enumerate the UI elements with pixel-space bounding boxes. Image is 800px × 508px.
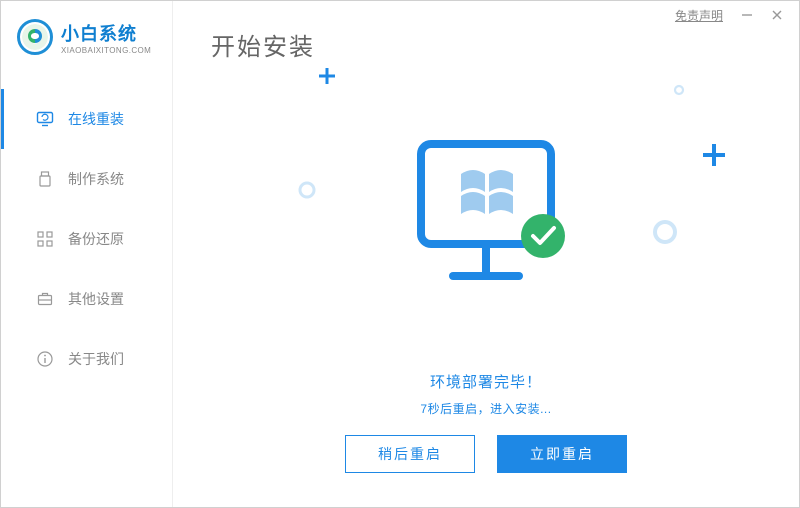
app-window: 免责声明 小白系统 XIAOBAIXITONG.COM 在线重装 — [0, 0, 800, 508]
logo-title: 小白系统 — [61, 20, 151, 46]
circle-outline-icon — [673, 84, 685, 96]
restart-now-button[interactable]: 立即重启 — [497, 435, 627, 473]
nav-label: 在线重装 — [68, 109, 124, 129]
nav-other-settings[interactable]: 其他设置 — [1, 269, 172, 329]
monitor-success-icon — [391, 124, 581, 314]
briefcase-icon — [36, 290, 54, 308]
plus-icon — [317, 66, 337, 86]
nav-online-reinstall[interactable]: 在线重装 — [1, 89, 172, 149]
minimize-button[interactable] — [735, 3, 759, 27]
sidebar: 小白系统 XIAOBAIXITONG.COM 在线重装 制作系统 备份还原 其他… — [1, 1, 173, 507]
nav-about-us[interactable]: 关于我们 — [1, 329, 172, 389]
main-content: 开始安装 — [173, 1, 799, 507]
logo-subtitle: XIAOBAIXITONG.COM — [61, 46, 151, 55]
button-row: 稍后重启 立即重启 — [209, 435, 763, 473]
nav-make-system[interactable]: 制作系统 — [1, 149, 172, 209]
monitor-refresh-icon — [36, 110, 54, 128]
illustration — [209, 62, 763, 375]
circle-outline-icon — [297, 180, 317, 200]
plus-icon — [701, 142, 727, 168]
nav-backup-restore[interactable]: 备份还原 — [1, 209, 172, 269]
grid-icon — [36, 230, 54, 248]
info-icon — [36, 350, 54, 368]
close-button[interactable] — [765, 3, 789, 27]
logo-icon — [17, 19, 53, 55]
restart-later-button[interactable]: 稍后重启 — [345, 435, 475, 473]
nav-label: 制作系统 — [68, 169, 124, 189]
logo: 小白系统 XIAOBAIXITONG.COM — [1, 19, 172, 65]
nav-label: 其他设置 — [68, 289, 124, 309]
status-countdown: 7秒后重启，进入安装... — [209, 400, 763, 417]
status-block: 环境部署完毕！ 7秒后重启，进入安装... — [209, 371, 763, 417]
circle-outline-icon — [651, 218, 679, 246]
nav-label: 备份还原 — [68, 229, 124, 249]
disclaimer-link[interactable]: 免责声明 — [675, 7, 723, 24]
usb-icon — [36, 170, 54, 188]
page-title: 开始安装 — [211, 27, 763, 62]
nav: 在线重装 制作系统 备份还原 其他设置 关于我们 — [1, 89, 172, 389]
nav-label: 关于我们 — [68, 349, 124, 369]
titlebar: 免责声明 — [675, 1, 799, 29]
